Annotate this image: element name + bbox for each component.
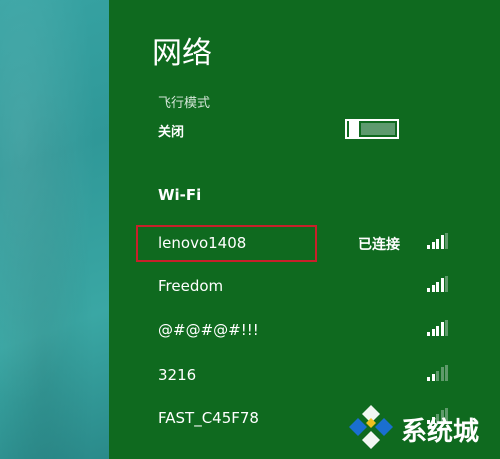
desktop-background: [0, 0, 109, 459]
network-item-3[interactable]: 3216: [109, 357, 500, 393]
signal-bar: [445, 320, 448, 336]
signal-bar: [436, 326, 439, 336]
signal-bar: [431, 329, 435, 336]
network-name: Freedom: [158, 277, 224, 295]
signal-bar: [427, 245, 430, 249]
signal-bar: [427, 377, 430, 381]
wifi-signal-icon: [427, 276, 449, 292]
airplane-mode-toggle[interactable]: [345, 119, 399, 139]
connected-network-highlight: [136, 225, 317, 262]
wifi-section-heading: Wi-Fi: [158, 186, 202, 204]
network-item-2[interactable]: @#@#@#!!!: [109, 312, 500, 348]
signal-bar: [440, 235, 444, 249]
signal-bar: [440, 367, 444, 381]
airplane-mode-label: 飞行模式: [158, 96, 211, 111]
signal-bar: [445, 276, 448, 292]
signal-bar: [427, 288, 430, 292]
signal-bar: [436, 239, 439, 249]
network-name: @#@#@#!!!: [158, 321, 259, 339]
wifi-signal-icon: [427, 233, 449, 249]
airplane-mode-state: 关闭: [158, 125, 185, 140]
watermark-text: 系统城: [401, 417, 480, 447]
toggle-knob[interactable]: [349, 121, 359, 137]
signal-bar: [431, 285, 435, 292]
watermark: 系统城: [346, 402, 500, 454]
signal-bar: [440, 322, 444, 336]
network-name: FAST_C45F78: [158, 409, 259, 427]
panel-title: 网络: [152, 36, 212, 71]
signal-bar: [445, 365, 448, 381]
signal-bar: [427, 332, 430, 336]
signal-bar: [431, 374, 435, 381]
signal-bar: [445, 233, 448, 249]
network-name: 3216: [158, 366, 197, 384]
wifi-signal-icon: [427, 320, 449, 336]
diamond-logo-icon: [349, 405, 393, 449]
signal-bar: [436, 371, 439, 381]
signal-bar: [431, 242, 435, 249]
network-item-1[interactable]: Freedom: [109, 268, 500, 304]
wifi-signal-icon: [427, 365, 449, 381]
network-status: 已连接: [358, 237, 400, 253]
network-charm-panel: 网络 飞行模式 关闭 Wi-Fi lenovo1408 已连接 Freedom …: [109, 0, 500, 459]
signal-bar: [436, 282, 439, 292]
toggle-track: [361, 123, 395, 135]
signal-bar: [440, 278, 444, 292]
